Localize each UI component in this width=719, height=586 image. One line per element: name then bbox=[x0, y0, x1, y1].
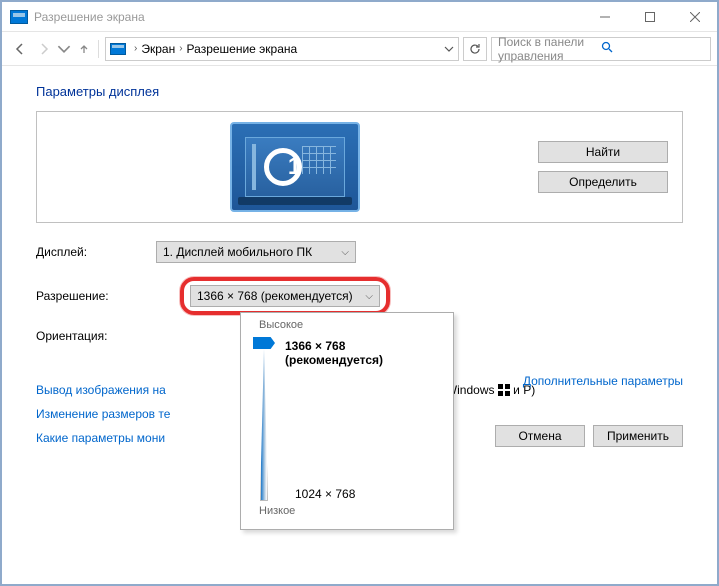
scale-high-label: Высокое bbox=[259, 319, 441, 331]
nav-forward-button[interactable] bbox=[32, 37, 56, 61]
navbar: › Экран › Разрешение экрана Поиск в пане… bbox=[2, 32, 717, 66]
advanced-link[interactable]: Дополнительные параметры bbox=[523, 374, 683, 388]
nav-separator bbox=[98, 40, 99, 58]
chevron-right-icon: › bbox=[134, 43, 137, 54]
search-placeholder: Поиск в панели управления bbox=[498, 35, 601, 63]
resolution-option-low[interactable]: 1024 × 768 bbox=[295, 487, 355, 501]
apply-button[interactable]: Применить bbox=[593, 425, 683, 447]
display-settings-icon bbox=[10, 10, 28, 24]
chevron-right-icon: › bbox=[179, 43, 182, 54]
page-heading: Параметры дисплея bbox=[36, 84, 683, 99]
display-row: Дисплей: 1. Дисплей мобильного ПК ⌵ bbox=[36, 241, 683, 263]
slider-thumb-icon[interactable] bbox=[253, 337, 275, 349]
project-link[interactable]: Вывод изображения на bbox=[36, 383, 166, 397]
chevron-down-icon: ⌵ bbox=[341, 247, 349, 258]
close-button[interactable] bbox=[672, 2, 717, 31]
nav-recent-button[interactable] bbox=[56, 37, 72, 61]
resolution-option-recommended[interactable]: 1366 × 768 (рекомендуется) bbox=[285, 337, 441, 369]
display-select[interactable]: 1. Дисплей мобильного ПК ⌵ bbox=[156, 241, 356, 263]
address-bar[interactable]: › Экран › Разрешение экрана bbox=[105, 37, 459, 61]
maximize-button[interactable] bbox=[627, 2, 672, 31]
window: Разрешение экрана › bbox=[1, 1, 718, 585]
cancel-button[interactable]: Отмена bbox=[495, 425, 585, 447]
chevron-down-icon: ⌵ bbox=[365, 291, 373, 302]
display-preview-panel: 1 Найти Определить bbox=[36, 111, 683, 223]
refresh-button[interactable] bbox=[463, 37, 487, 61]
display-label: Дисплей: bbox=[36, 245, 156, 259]
display-value: 1. Дисплей мобильного ПК bbox=[163, 245, 312, 259]
scale-low-label: Низкое bbox=[259, 505, 441, 517]
resolution-select[interactable]: 1366 × 768 (рекомендуется) ⌵ bbox=[190, 285, 380, 307]
window-controls bbox=[582, 2, 717, 31]
monitor-icon: 1 bbox=[230, 122, 360, 212]
monitor-number: 1 bbox=[288, 153, 301, 181]
slider-track bbox=[260, 349, 268, 501]
minimize-button[interactable] bbox=[582, 2, 627, 31]
resolution-label: Разрешение: bbox=[36, 289, 156, 303]
search-icon[interactable] bbox=[601, 41, 704, 56]
windows-logo-icon bbox=[498, 384, 510, 396]
orientation-label: Ориентация: bbox=[36, 329, 156, 343]
resolution-dropdown-popup: Высокое 1366 × 768 (рекомендуется) 1024 … bbox=[240, 312, 454, 530]
resolution-row: Разрешение: 1366 × 768 (рекомендуется) ⌵ bbox=[36, 277, 683, 315]
nav-up-button[interactable] bbox=[72, 37, 96, 61]
chevron-down-icon[interactable] bbox=[444, 44, 454, 54]
breadcrumb-root[interactable]: Экран bbox=[141, 42, 175, 56]
resolution-value: 1366 × 768 (рекомендуется) bbox=[197, 289, 353, 303]
titlebar: Разрешение экрана bbox=[2, 2, 717, 32]
window-title: Разрешение экрана bbox=[34, 10, 582, 24]
dialog-footer: Отмена Применить bbox=[495, 425, 683, 447]
find-button[interactable]: Найти bbox=[538, 141, 668, 163]
monitor-preview-area[interactable]: 1 bbox=[51, 122, 538, 212]
nav-back-button[interactable] bbox=[8, 37, 32, 61]
highlight-ring: 1366 × 768 (рекомендуется) ⌵ bbox=[180, 277, 390, 315]
resolution-slider[interactable] bbox=[253, 337, 275, 501]
breadcrumb-leaf[interactable]: Разрешение экрана bbox=[187, 42, 298, 56]
detect-button[interactable]: Определить bbox=[538, 171, 668, 193]
address-icon bbox=[110, 43, 126, 55]
search-input[interactable]: Поиск в панели управления bbox=[491, 37, 711, 61]
